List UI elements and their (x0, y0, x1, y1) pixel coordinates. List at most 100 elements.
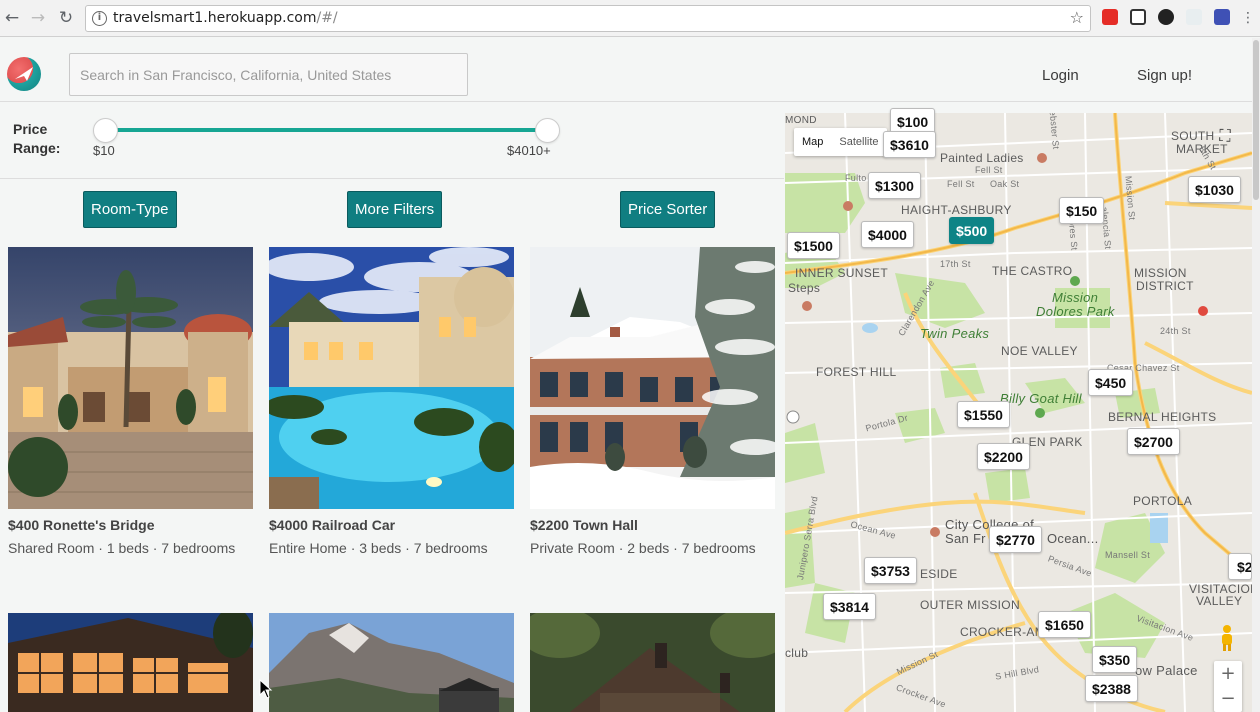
react-extension-icon[interactable] (1158, 9, 1174, 25)
scrollbar-thumb[interactable] (1253, 40, 1259, 200)
street-label: Fulto (845, 173, 867, 183)
color-extension-icon[interactable] (1214, 9, 1230, 25)
map-label: ESIDE (920, 567, 958, 581)
price-max-value: $4010+ (507, 143, 551, 158)
divider (0, 178, 784, 179)
map-label: ow Palace (1135, 663, 1198, 678)
map-type-map[interactable]: Map (794, 128, 831, 156)
price-pin[interactable]: $350 (1092, 646, 1138, 673)
price-slider-track[interactable] (105, 128, 547, 132)
map-label: PORTOLA (1133, 494, 1193, 508)
listing-details: Entire Home · 3 beds · 7 bedrooms (269, 540, 488, 556)
price-range-label: Price Range: (13, 121, 61, 156)
map-label: THE CASTRO (992, 264, 1073, 278)
street-label: 17th St (940, 259, 971, 269)
price-min-value: $10 (93, 143, 115, 158)
street-label: Fell St (975, 165, 1003, 175)
bookmark-star-icon[interactable]: ☆ (1070, 8, 1084, 27)
sparkle-extension-icon[interactable] (1186, 9, 1202, 25)
map-label: INNER SUNSET (795, 266, 888, 280)
listing-photo-pool-mansion[interactable] (269, 247, 514, 509)
price-pin[interactable]: $1500 (787, 232, 840, 259)
map-label: Mission (1052, 290, 1099, 305)
listing-title[interactable]: $400 Ronette's Bridge (8, 517, 155, 533)
map-label: FOREST HILL (816, 365, 897, 379)
menu-icon[interactable]: ⋮ (1238, 8, 1258, 28)
listing-details: Private Room · 2 beds · 7 bedrooms (530, 540, 756, 556)
more-filters-button[interactable]: More Filters (347, 191, 443, 228)
youtube-extension-icon[interactable] (1102, 9, 1118, 25)
price-pin[interactable]: $1550 (957, 401, 1010, 428)
listing-details: Shared Room · 1 beds · 7 bedrooms (8, 540, 236, 556)
street-label: Mansell St (1105, 550, 1151, 560)
price-pin[interactable]: $3753 (864, 557, 917, 584)
back-icon[interactable]: ← (2, 8, 22, 28)
map-label: Ocean... (1047, 531, 1099, 546)
price-slider-min-handle[interactable] (93, 118, 118, 143)
price-pin[interactable]: $3814 (823, 593, 876, 620)
listing-title[interactable]: $2200 Town Hall (530, 517, 638, 533)
street-label: Oak St (990, 179, 1020, 189)
map-label: OUTER MISSION (920, 598, 1020, 612)
price-pin[interactable]: $2388 (1085, 675, 1138, 702)
price-pin[interactable]: $150 (1059, 197, 1105, 224)
reload-icon[interactable]: ↻ (56, 8, 76, 28)
price-pin[interactable]: $2200 (977, 443, 1030, 470)
map-label: club (785, 646, 809, 660)
map-view[interactable]: Painted Ladies HAIGHT-ASHBURY INNER SUNS… (785, 113, 1252, 712)
price-pin[interactable]: $1300 (868, 172, 921, 199)
map-label: Twin Peaks (920, 326, 990, 341)
street-label: 24th St (1160, 326, 1191, 336)
price-pin-active[interactable]: $500 (949, 217, 995, 244)
listing-photo-snow-house[interactable] (530, 247, 775, 509)
mouse-cursor-icon (259, 679, 273, 699)
login-link[interactable]: Login (1042, 67, 1079, 84)
listing-title[interactable]: $4000 Railroad Car (269, 517, 395, 533)
map-label: Dolores Park (1036, 304, 1115, 319)
info-icon[interactable]: i (92, 11, 107, 26)
price-sorter-button[interactable]: Price Sorter (620, 191, 716, 228)
signup-link[interactable]: Sign up! (1137, 67, 1192, 84)
listing-photo-modern-house[interactable] (8, 613, 253, 712)
zoom-control: + − (1214, 661, 1242, 712)
price-slider-max-handle[interactable] (535, 118, 560, 143)
browser-toolbar: ← → ↻ i travelsmart1.herokuapp.com/#/ ☆ … (0, 0, 1260, 37)
price-pin[interactable]: $4000 (861, 221, 914, 248)
room-type-button[interactable]: Room-Type (83, 191, 177, 228)
listing-photo-mountain-house[interactable] (269, 613, 514, 712)
price-pin[interactable]: $450 (1088, 369, 1134, 396)
listing-photo-villa[interactable] (8, 247, 253, 509)
map-label: MOND (785, 115, 817, 126)
price-pin[interactable]: $1650 (1038, 611, 1091, 638)
price-pin[interactable]: $1030 (1188, 176, 1241, 203)
price-pin[interactable]: $3610 (883, 131, 936, 158)
map-label: San Fr (945, 531, 986, 546)
listing-photo-lodge[interactable] (530, 613, 775, 712)
map-label: Painted Ladies (940, 151, 1024, 165)
map-label: NOE VALLEY (1001, 344, 1078, 358)
price-pin[interactable]: $2700 (1127, 428, 1180, 455)
street-label: Fell St (947, 179, 975, 189)
fullscreen-icon[interactable]: ⛶ (1213, 124, 1237, 148)
map-type-satellite[interactable]: Satellite (831, 128, 886, 156)
address-bar[interactable]: i travelsmart1.herokuapp.com/#/ ☆ (85, 5, 1091, 32)
map-label: MISSION (1134, 266, 1187, 280)
zoom-in-icon[interactable]: + (1214, 661, 1242, 686)
search-input[interactable] (69, 53, 468, 96)
map-label: HAIGHT-ASHBURY (901, 203, 1012, 217)
map-label: Steps (788, 281, 821, 295)
document-extension-icon[interactable] (1130, 9, 1146, 25)
forward-icon[interactable]: → (28, 8, 48, 28)
price-pin[interactable]: $2770 (989, 526, 1042, 553)
map-label: VALLEY (1196, 594, 1243, 608)
url-text: travelsmart1.herokuapp.com/#/ (113, 10, 338, 26)
zoom-out-icon[interactable]: − (1214, 686, 1242, 711)
map-type-control: Map Satellite (794, 128, 887, 156)
map-label: CROCKER-AM (960, 625, 1046, 639)
street-view-pegman-icon[interactable] (1218, 624, 1236, 652)
travelsmart-logo-icon[interactable] (7, 57, 41, 91)
price-pin[interactable]: $2 (1228, 553, 1252, 580)
map-label: Billy Goat Hill (1000, 391, 1082, 406)
page-scrollbar[interactable] (1252, 38, 1260, 712)
map-label: SOUTH (1171, 129, 1215, 143)
